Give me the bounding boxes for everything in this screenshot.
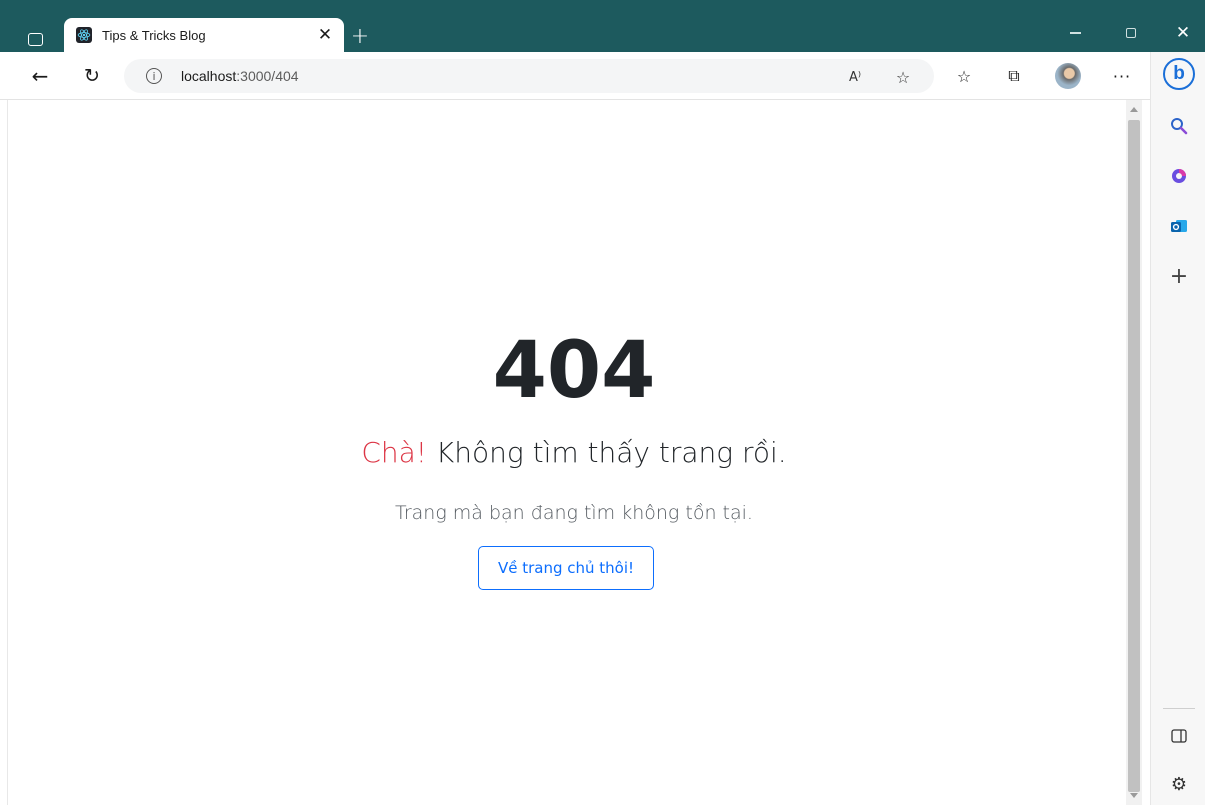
sidebar-divider (1163, 708, 1195, 709)
error-title-accent: Chà! (361, 436, 427, 469)
profile-avatar[interactable] (1052, 60, 1084, 92)
outlook-icon (1171, 220, 1187, 232)
sidebar-search-button[interactable] (1163, 110, 1195, 142)
window-close-button[interactable]: ✕ (1160, 18, 1205, 48)
url-text[interactable]: localhost:3000/404 (181, 68, 299, 84)
avatar-icon (1055, 63, 1081, 89)
scroll-down-arrow-icon[interactable] (1130, 793, 1138, 798)
read-aloud-icon[interactable]: A⁾ (844, 67, 866, 87)
sidebar-office-button[interactable] (1163, 160, 1195, 192)
page-viewport: 404 Chà! Không tìm thấy trang rồi. Trang… (8, 100, 1126, 805)
sidebar-outlook-button[interactable] (1163, 210, 1195, 242)
tab-actions-button[interactable] (18, 26, 52, 52)
sidebar-add-button[interactable]: + (1163, 260, 1195, 292)
collections-icon[interactable]: ⧉ (998, 60, 1030, 92)
office-icon (1172, 169, 1186, 183)
error-description: Trang mà bạn đang tìm không tồn tại. (395, 502, 753, 524)
browser-toolbar: ← ↻ i localhost:3000/404 A⁾ ☆ ☆ ⧉ ··· (0, 52, 1150, 100)
tab-title: Tips & Tricks Blog (102, 27, 206, 43)
scroll-up-arrow-icon[interactable] (1130, 107, 1138, 112)
panel-icon (1171, 729, 1187, 743)
viewport-left-edge (0, 100, 8, 805)
back-button[interactable]: ← (24, 60, 56, 92)
error-title: Chà! Không tìm thấy trang rồi. (8, 436, 1140, 470)
edge-sidebar: b + ⚙ (1150, 52, 1205, 805)
error-title-text: Không tìm thấy trang rồi. (427, 436, 787, 469)
bing-icon: b (1163, 58, 1195, 90)
error-code-heading: 404 (492, 326, 656, 416)
maximize-button[interactable] (1108, 18, 1154, 48)
back-to-home-button[interactable]: Về trang chủ thôi! (478, 546, 654, 590)
url-path: :3000/404 (236, 68, 299, 84)
scrollbar-thumb[interactable] (1128, 120, 1140, 792)
react-icon (76, 27, 92, 43)
sidebar-hide-button[interactable] (1163, 720, 1195, 752)
favorites-icon[interactable]: ☆ (948, 60, 980, 92)
new-tab-button[interactable]: + (346, 22, 374, 50)
search-icon (1171, 118, 1188, 135)
browser-titlebar: Tips & Tricks Blog ✕ + ✕ (0, 0, 1205, 52)
browser-tab[interactable]: Tips & Tricks Blog ✕ (64, 18, 344, 52)
url-host: localhost (181, 68, 237, 84)
more-options-icon[interactable]: ··· (1106, 60, 1138, 92)
site-info-icon[interactable]: i (146, 68, 162, 84)
bing-chat-button[interactable]: b (1163, 58, 1195, 90)
address-bar[interactable]: i localhost:3000/404 A⁾ ☆ (124, 59, 934, 93)
reload-button[interactable]: ↻ (76, 60, 108, 92)
minimize-button[interactable] (1052, 18, 1098, 48)
maximize-icon (1126, 28, 1136, 38)
add-favorite-icon[interactable]: ☆ (892, 67, 914, 87)
vertical-scrollbar[interactable] (1126, 100, 1142, 805)
sidebar-settings-icon[interactable]: ⚙ (1163, 768, 1195, 800)
minimize-icon (1069, 32, 1081, 34)
tab-actions-icon (27, 32, 43, 46)
tab-close-icon[interactable]: ✕ (312, 22, 338, 48)
